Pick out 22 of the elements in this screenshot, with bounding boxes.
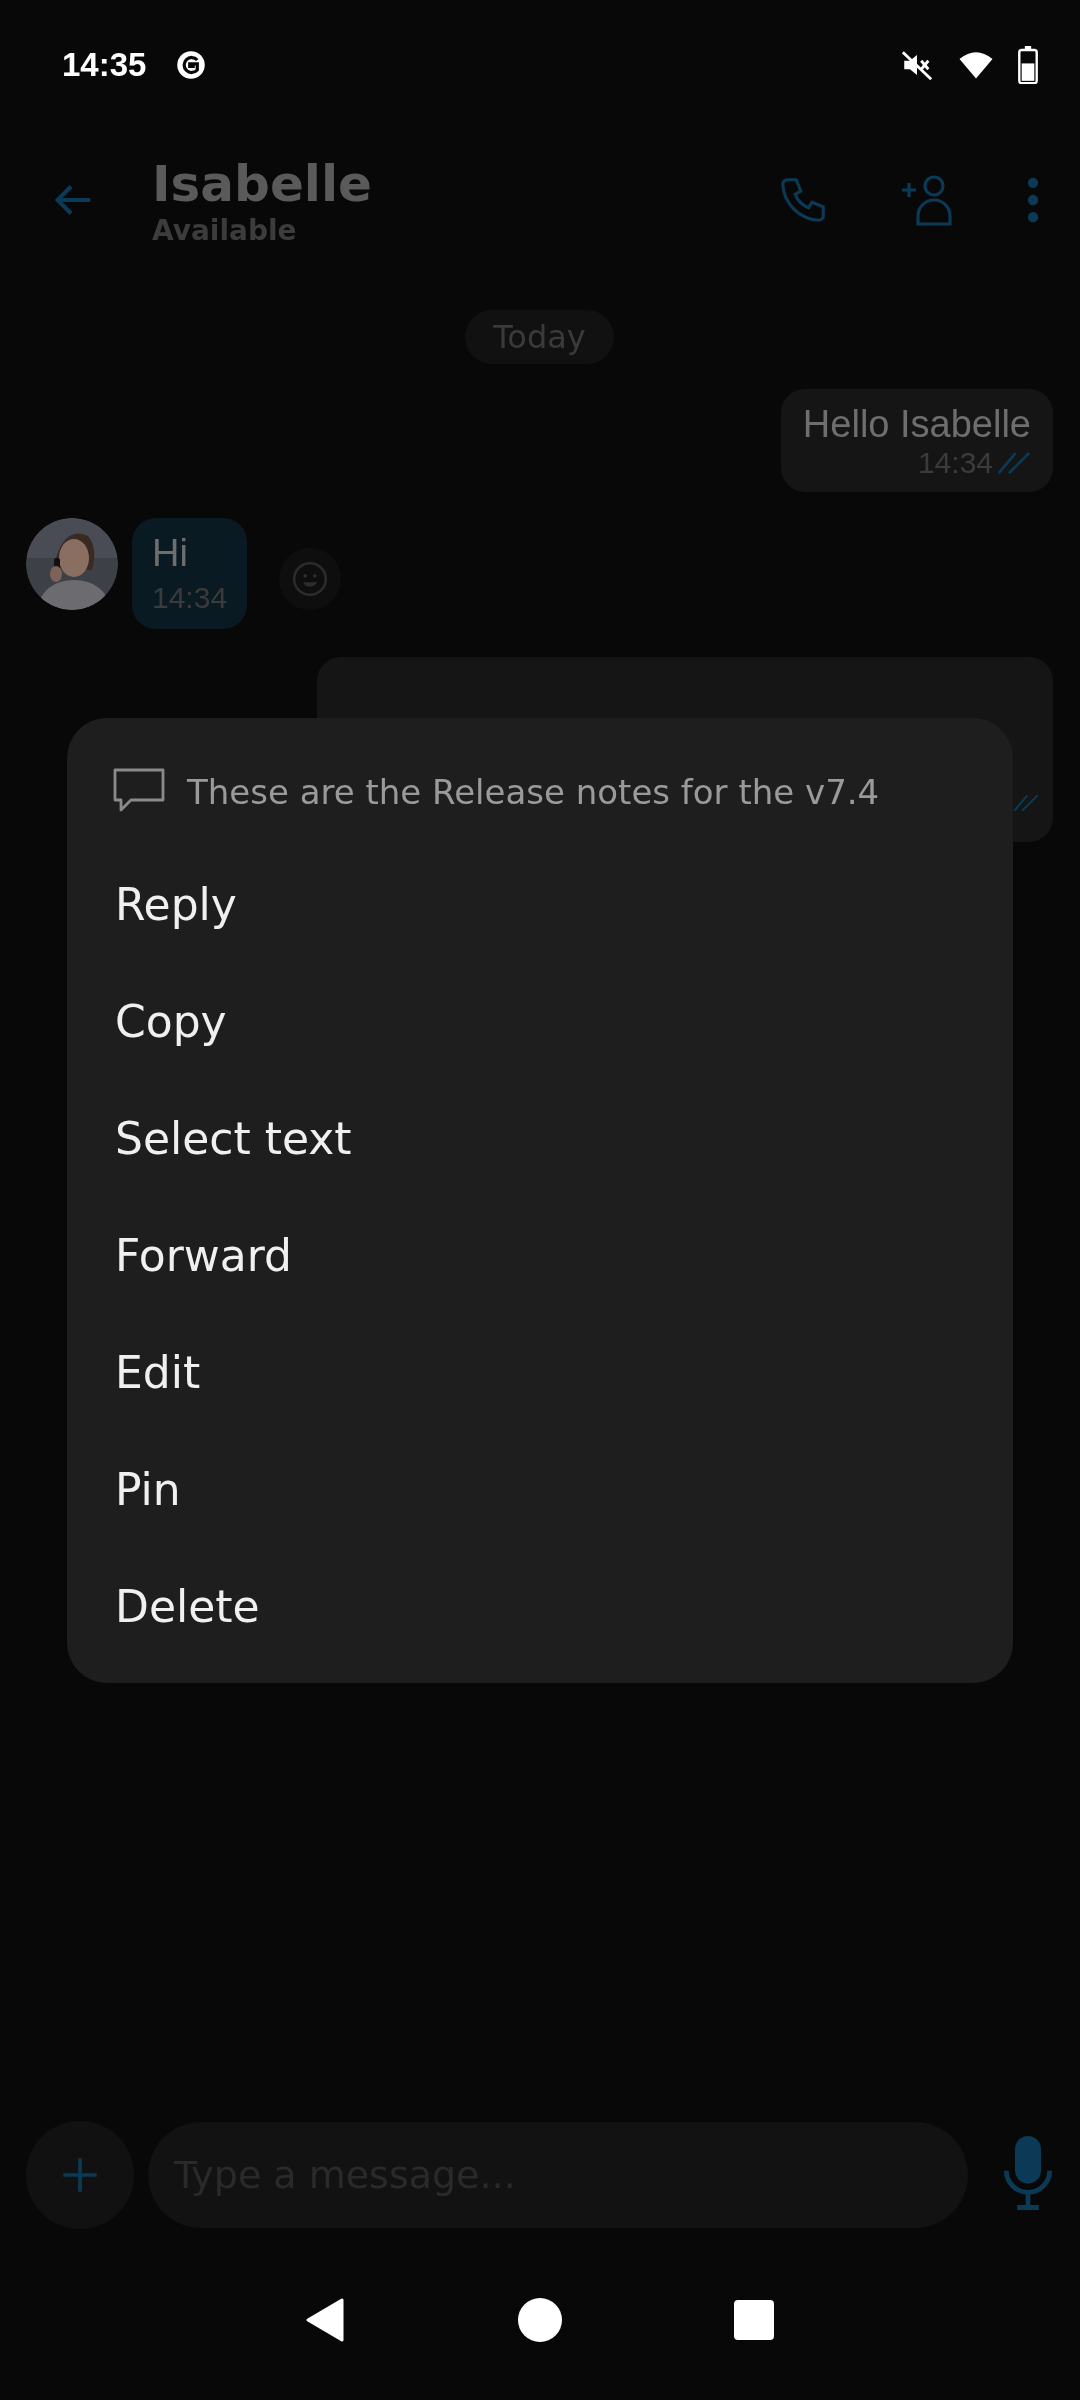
more-options-icon[interactable]	[1026, 176, 1040, 224]
status-time: 14:35	[62, 46, 147, 84]
smiley-icon	[291, 560, 330, 598]
contact-name: Isabelle	[152, 153, 373, 214]
menu-item[interactable]: Pin	[67, 1431, 1013, 1548]
menu-item[interactable]: Delete	[67, 1548, 1013, 1665]
menu-item[interactable]: Reply	[67, 846, 1013, 963]
recents-nav-icon[interactable]	[734, 2300, 774, 2340]
plus-icon	[60, 2155, 100, 2195]
home-nav-icon[interactable]	[518, 2298, 562, 2342]
double-check-icon	[997, 451, 1031, 475]
menu-item[interactable]: Copy	[67, 963, 1013, 1080]
menu-item[interactable]: Select text	[67, 1080, 1013, 1197]
message-text: Hello Isabelle	[802, 403, 1031, 446]
back-nav-icon[interactable]	[306, 2298, 346, 2342]
menu-item[interactable]: Edit	[67, 1314, 1013, 1431]
menu-item[interactable]: Forward	[67, 1197, 1013, 1314]
message-preview: These are the Release notes for the v7.4	[187, 772, 880, 812]
circle-logo-icon	[176, 50, 207, 80]
double-check-icon	[1013, 794, 1039, 812]
message-text: Hi	[152, 532, 189, 575]
battery-icon	[1018, 46, 1038, 84]
